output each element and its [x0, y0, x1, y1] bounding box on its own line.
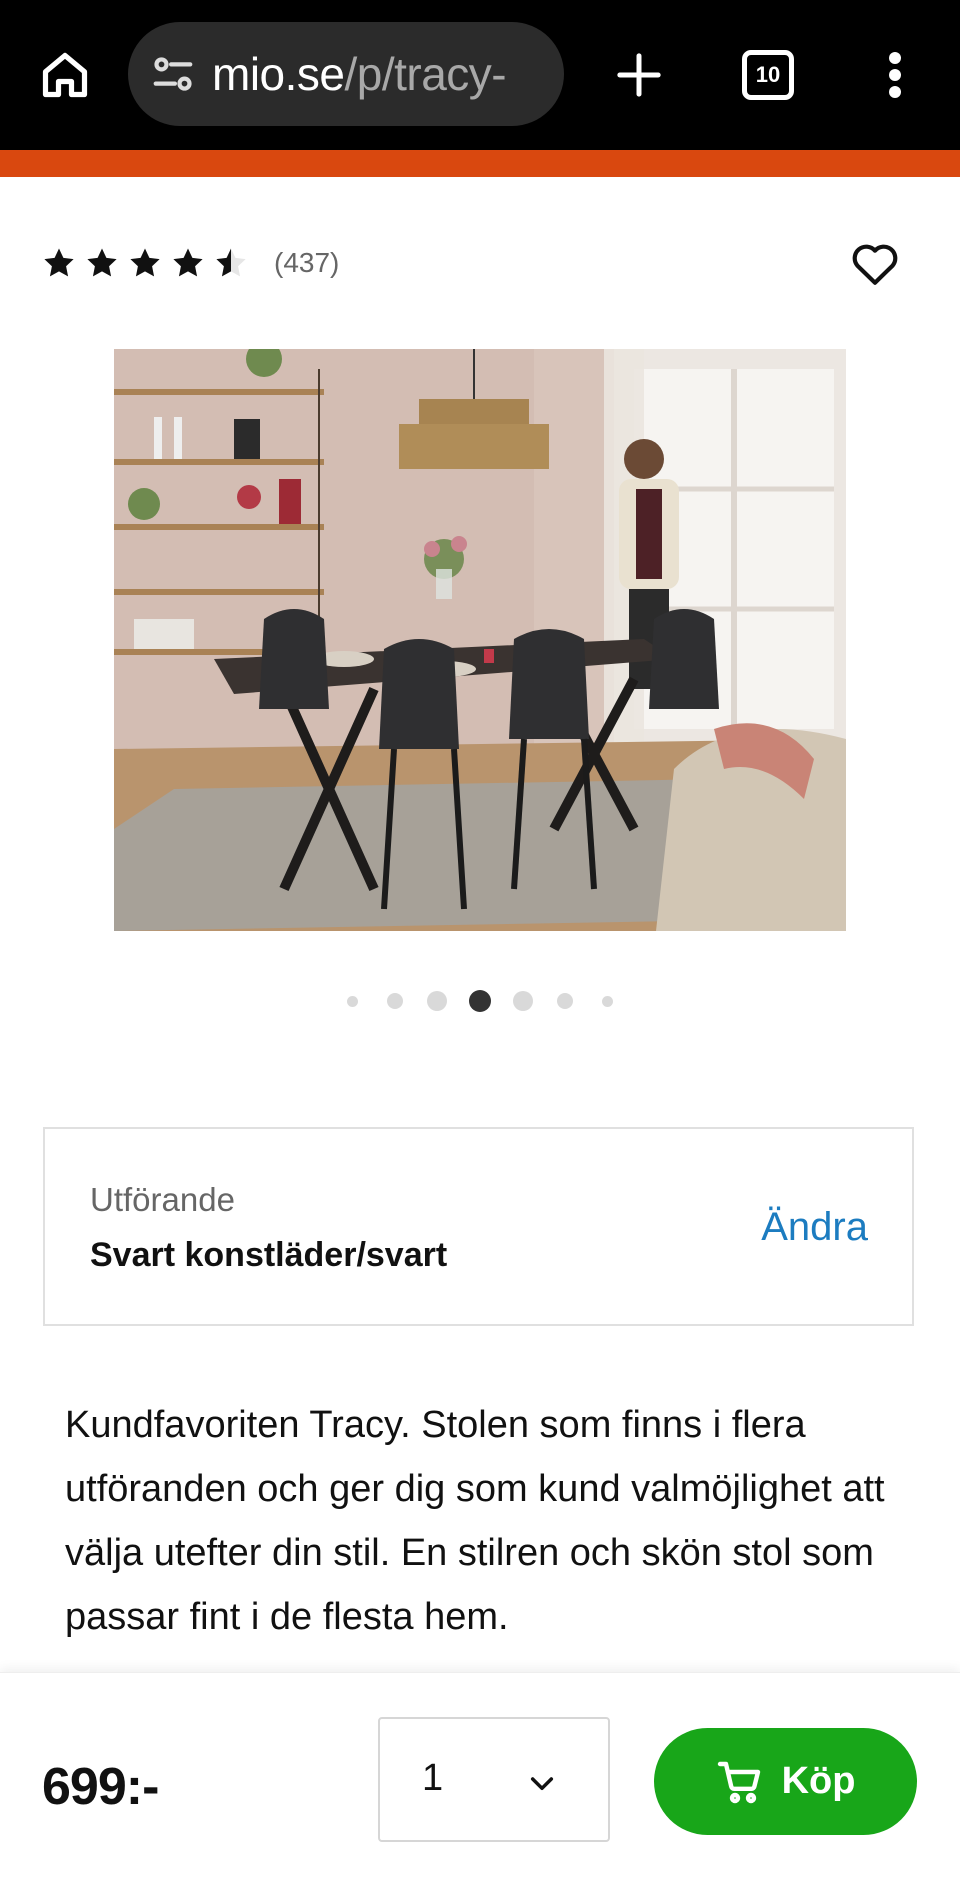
url-host: mio.se: [212, 48, 345, 100]
star-icon: [44, 248, 74, 277]
review-count[interactable]: (437): [274, 247, 339, 279]
tab-count: 10: [755, 62, 781, 87]
favorite-button[interactable]: [850, 240, 900, 286]
carousel-dot[interactable]: [331, 995, 374, 1007]
dining-room-photo: [114, 349, 846, 931]
product-image[interactable]: [114, 349, 846, 931]
plus-icon: [617, 53, 661, 97]
heart-icon: [852, 244, 898, 285]
chevron-down-icon: [530, 1777, 554, 1791]
carousel-dot[interactable]: [416, 991, 459, 1011]
tab-switcher-button[interactable]: 10: [738, 46, 798, 104]
carousel-dot-indicator: [512, 991, 533, 1011]
star-icon: [216, 248, 246, 277]
carousel-dot-indicator: [346, 995, 358, 1007]
carousel-dot[interactable]: [544, 993, 587, 1009]
purchase-bar: 699:- 1 Köp: [0, 1672, 960, 1887]
star-rating: [42, 246, 248, 280]
tune-icon[interactable]: [150, 51, 196, 97]
star-icon: [173, 248, 203, 277]
carousel-dot[interactable]: [459, 990, 502, 1012]
buy-label: Köp: [781, 1760, 856, 1802]
cart-icon: [717, 1761, 760, 1803]
carousel-dot-active: [469, 990, 491, 1012]
carousel-dot[interactable]: [586, 995, 629, 1007]
variant-label: Utförande: [90, 1181, 235, 1218]
quantity-select[interactable]: 1: [378, 1717, 610, 1842]
carousel-dot-indicator: [557, 993, 574, 1009]
variant-selector[interactable]: Utförande Svart konstläder/svart Ändra: [43, 1127, 914, 1326]
rating-row[interactable]: (437): [42, 238, 339, 288]
change-variant-link[interactable]: Ändra: [761, 1205, 868, 1250]
new-tab-button[interactable]: [604, 40, 674, 110]
url-path: /p/tracy-: [344, 48, 507, 100]
carousel-dots[interactable]: [0, 986, 960, 1016]
browser-menu-button[interactable]: [870, 40, 920, 110]
home-button[interactable]: [30, 40, 100, 110]
buy-button[interactable]: Köp: [654, 1728, 917, 1835]
address-bar[interactable]: mio.se/p/tracy-: [128, 22, 564, 126]
carousel-dot-indicator: [427, 991, 448, 1011]
url-text: mio.se/p/tracy-: [212, 47, 507, 101]
tabs-icon: 10: [742, 50, 794, 100]
price: 699:-: [42, 1758, 159, 1816]
carousel-dot-indicator: [386, 993, 403, 1009]
site-header-strip: [0, 150, 960, 177]
carousel-dot[interactable]: [501, 991, 544, 1011]
more-vert-icon: [889, 52, 901, 98]
star-icon: [130, 248, 160, 277]
carousel-dot[interactable]: [374, 993, 417, 1009]
carousel-dot-indicator: [602, 995, 614, 1007]
star-icon: [87, 248, 117, 277]
home-icon: [42, 52, 88, 98]
browser-toolbar: mio.se/p/tracy- 10: [0, 0, 960, 150]
product-description: Kundfavoriten Tracy. Stolen som finns i …: [65, 1404, 885, 1638]
variant-value: Svart konstläder/svart: [90, 1236, 448, 1274]
quantity-value: 1: [422, 1757, 444, 1799]
